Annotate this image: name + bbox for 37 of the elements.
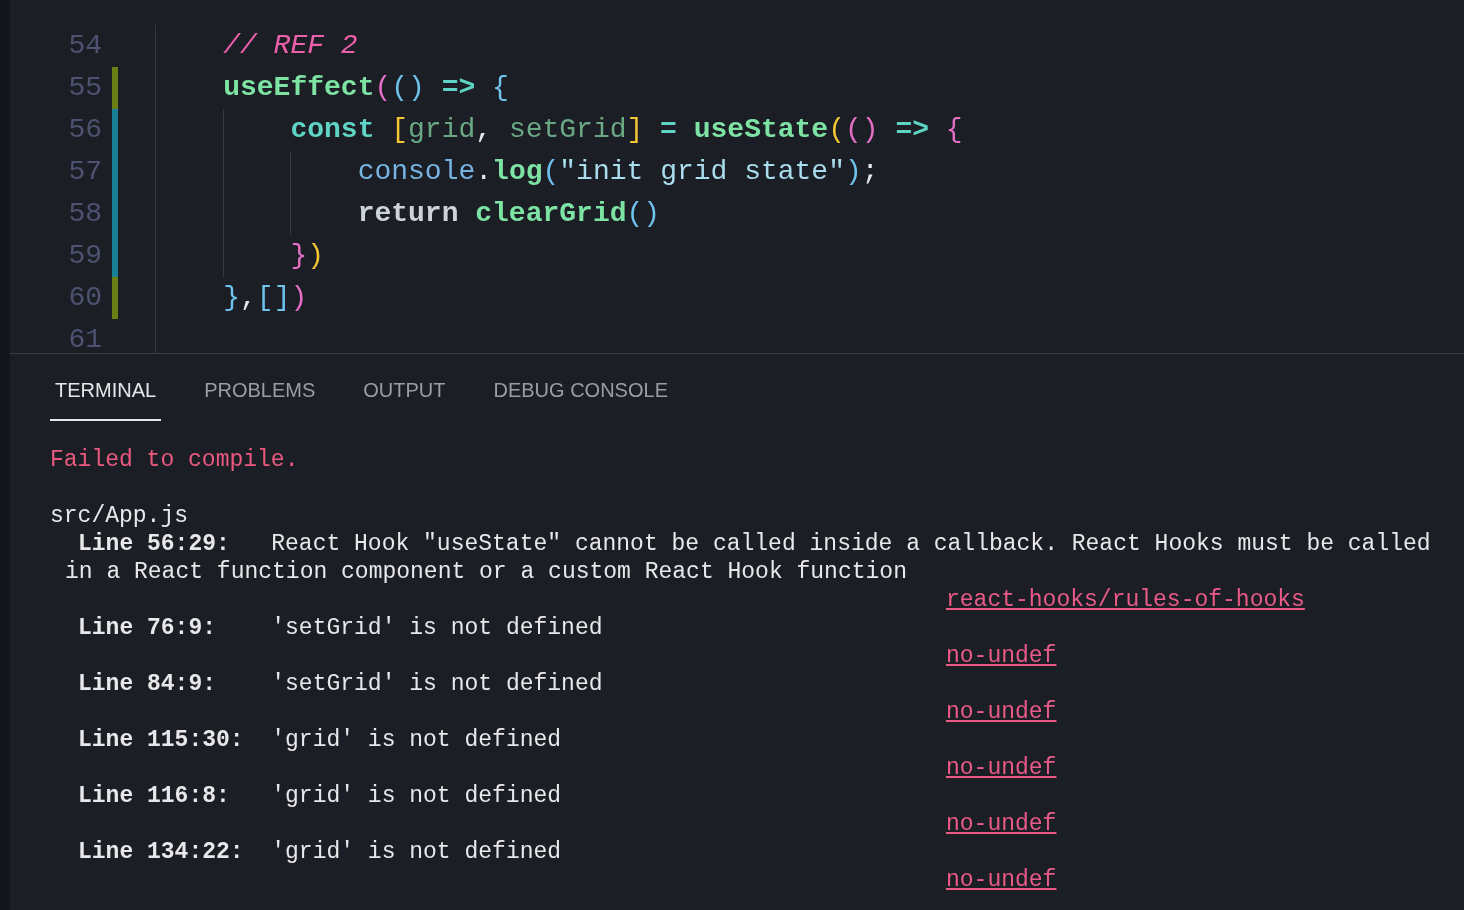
change-marker[interactable] (112, 277, 118, 319)
error-heading: Failed to compile. (50, 447, 299, 473)
line-number: 59 (67, 239, 102, 273)
line-number: 54 (67, 29, 102, 63)
change-marker[interactable] (112, 235, 118, 277)
rule-link[interactable]: react-hooks/rules-of-hooks (946, 586, 1305, 614)
line-number: 57 (67, 155, 102, 189)
rule-link[interactable]: no-undef (946, 866, 1057, 894)
code-line: }) (289, 239, 325, 273)
error-message: Line 115:30: 'grid' is not defined (77, 726, 562, 754)
panel-tab[interactable]: TERMINAL (50, 378, 162, 421)
rule-link[interactable]: no-undef (946, 698, 1057, 726)
line-number: 56 (67, 113, 102, 147)
panel-tab[interactable]: DEBUG CONSOLE (488, 378, 673, 421)
line-number: 58 (67, 197, 102, 231)
code-line: // REF 2 (222, 29, 358, 63)
line-number: 55 (67, 71, 102, 105)
rule-link[interactable]: no-undef (946, 810, 1057, 838)
panel-tab[interactable]: PROBLEMS (199, 378, 321, 421)
code-line: useEffect(() => { (222, 71, 509, 105)
code-line: return clearGrid() (356, 197, 661, 231)
panel-tab[interactable]: OUTPUT (358, 378, 451, 421)
error-message: Line 76:9: 'setGrid' is not defined (77, 614, 603, 642)
change-marker[interactable] (112, 67, 118, 109)
rule-link[interactable]: no-undef (946, 642, 1057, 670)
file-path: src/App.js (50, 503, 189, 529)
error-message: Line 116:8: 'grid' is not defined (77, 782, 562, 810)
code-line: },[]) (222, 281, 308, 315)
error-message: Line 56:29: React Hook "useState" cannot be called inside a callback. React Hooks must be called in a React function component or a custom React Hook function (65, 530, 1432, 586)
code-line: console.log("init grid state"); (356, 155, 879, 189)
rule-link[interactable]: no-undef (946, 754, 1057, 782)
line-number: 61 (67, 323, 102, 353)
change-marker[interactable] (112, 109, 118, 151)
code-line: const [grid, setGrid] = useState(() => { (289, 113, 963, 147)
line-number: 60 (67, 281, 102, 315)
error-message: Line 84:9: 'setGrid' is not defined (77, 670, 603, 698)
error-message: Line 134:22: 'grid' is not defined (77, 838, 562, 866)
